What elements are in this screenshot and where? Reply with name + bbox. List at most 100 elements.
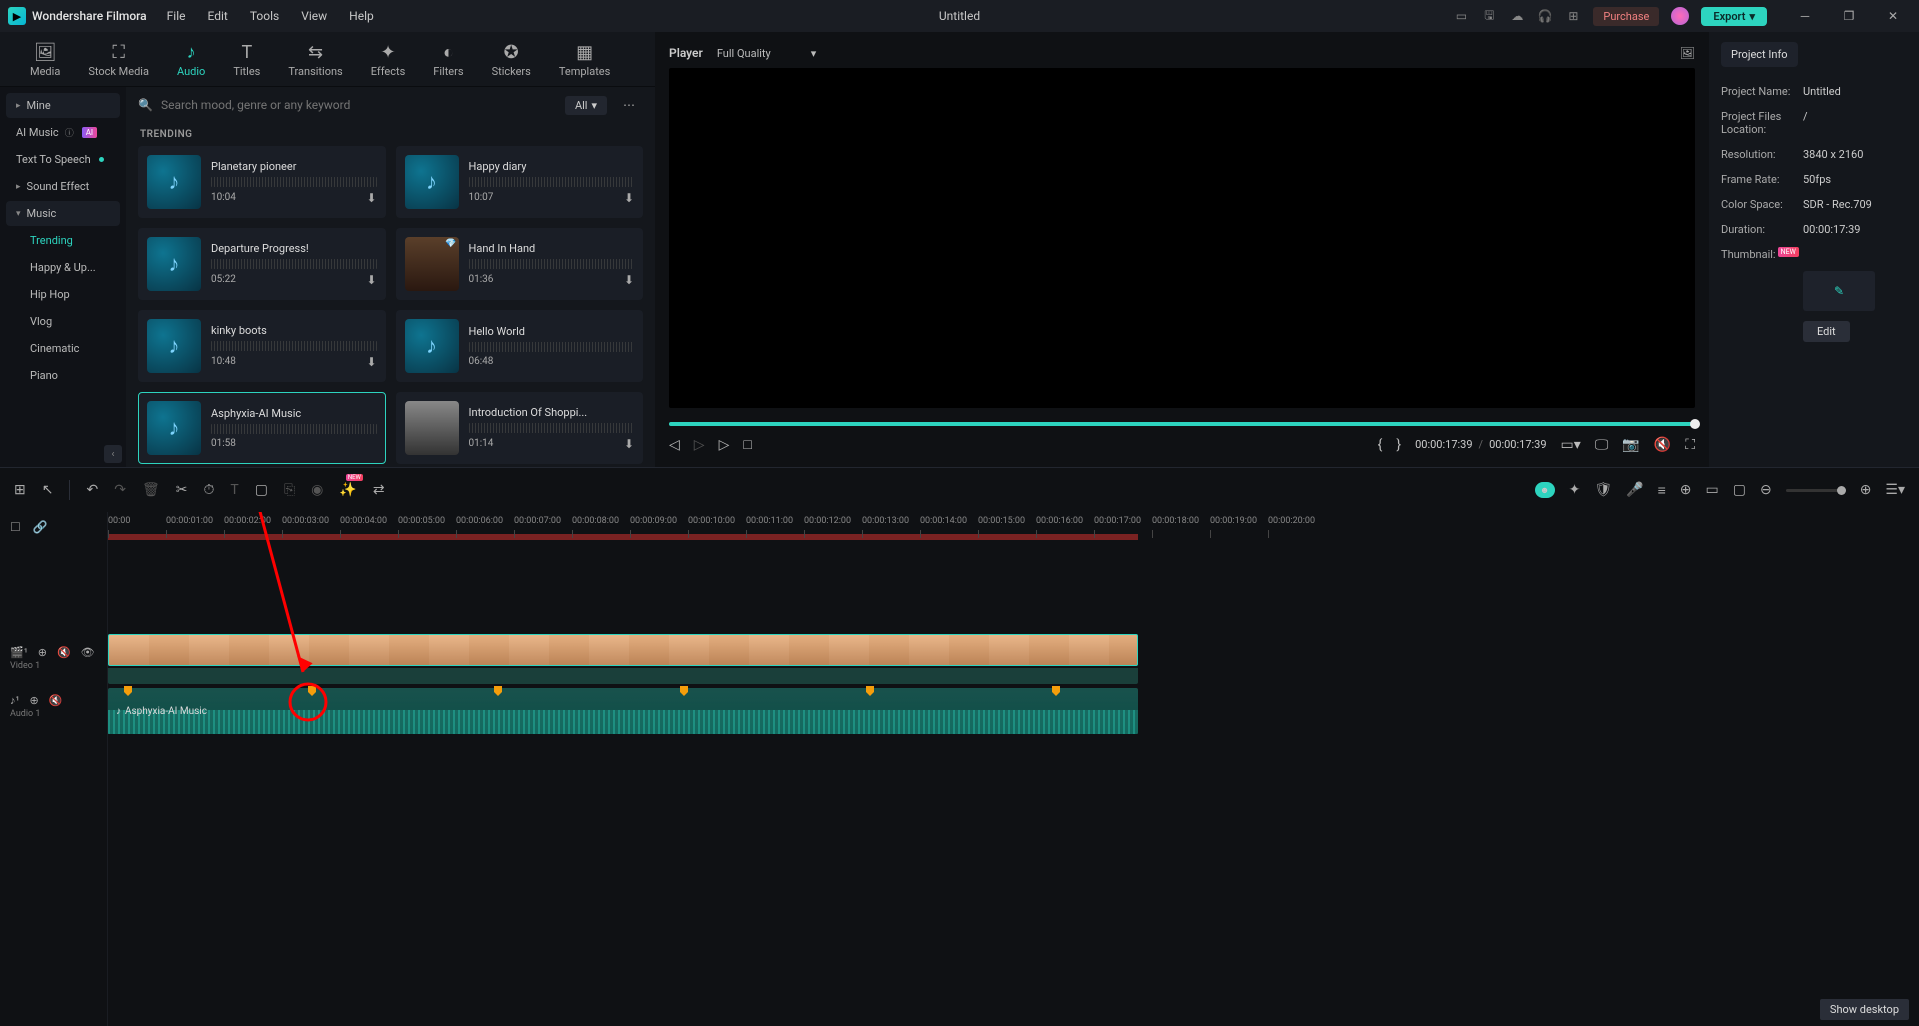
- track-add-icon[interactable]: ⊕: [38, 646, 47, 659]
- gear-icon[interactable]: ✦: [1569, 482, 1581, 498]
- layout-icon[interactable]: ▭: [1453, 8, 1469, 24]
- zoom-knob[interactable]: [1837, 486, 1846, 495]
- display-button[interactable]: 🖵: [1595, 437, 1609, 453]
- purchase-button[interactable]: Purchase: [1593, 7, 1659, 26]
- download-icon[interactable]: ⬇: [624, 191, 634, 205]
- search-input[interactable]: [161, 98, 557, 112]
- audio-marker[interactable]: [1052, 686, 1060, 696]
- prev-frame-button[interactable]: ◁: [669, 437, 680, 453]
- avatar[interactable]: [1671, 7, 1689, 25]
- tree-music-happy[interactable]: Happy & Up...: [6, 255, 120, 280]
- tab-transitions[interactable]: ⇆Transitions: [274, 38, 356, 86]
- layout-icon[interactable]: ▭: [1705, 482, 1718, 498]
- audio-track-header[interactable]: ♪¹ ⊕ 🔇 Audio 1: [0, 682, 107, 730]
- menu-view[interactable]: View: [301, 9, 327, 23]
- play-button[interactable]: ▷: [719, 437, 730, 453]
- cloud-icon[interactable]: ☁: [1509, 8, 1525, 24]
- mixer-icon[interactable]: ≡: [1658, 482, 1666, 499]
- headphones-icon[interactable]: 🎧: [1537, 8, 1553, 24]
- speed-button[interactable]: ⏱: [203, 482, 214, 498]
- audio-marker[interactable]: [866, 686, 874, 696]
- undo-button[interactable]: ↶: [86, 482, 98, 498]
- track-area[interactable]: 00:0000:00:01:0000:00:02:0000:00:03:0000…: [108, 512, 1919, 1026]
- video-track-header[interactable]: 🎬¹ ⊕ 🔇 👁 Video 1: [0, 634, 107, 682]
- export-button[interactable]: Export▾: [1701, 7, 1767, 26]
- audio-card[interactable]: ♪Happy diary10:07⬇: [396, 146, 644, 218]
- tree-music-hiphop[interactable]: Hip Hop: [6, 282, 120, 307]
- pointer-tool[interactable]: ↖: [42, 482, 54, 498]
- audio-card[interactable]: ♪Departure Progress!05:22⬇: [138, 228, 386, 300]
- download-icon[interactable]: ⬇: [366, 273, 376, 287]
- tree-sound-effect[interactable]: ▸Sound Effect: [6, 174, 120, 199]
- audio-card[interactable]: 💎Hand In Hand01:36⬇: [396, 228, 644, 300]
- link-icon[interactable]: 🔗: [33, 520, 48, 534]
- audio-marker[interactable]: [124, 686, 132, 696]
- shield-icon[interactable]: 🛡: [1594, 482, 1612, 498]
- menu-file[interactable]: File: [167, 9, 186, 23]
- more-options-button[interactable]: ⋯: [615, 95, 643, 115]
- download-icon[interactable]: ⬇: [366, 355, 376, 369]
- collapse-sidebar-button[interactable]: ‹: [104, 445, 122, 463]
- download-icon[interactable]: ⬇: [624, 273, 634, 287]
- frame-icon[interactable]: ▢: [1733, 482, 1746, 498]
- tree-ai-music[interactable]: AI MusicⓘAI: [6, 120, 120, 145]
- zoom-in-button[interactable]: ⊕: [1860, 482, 1872, 498]
- time-ruler[interactable]: 00:0000:00:01:0000:00:02:0000:00:03:0000…: [108, 512, 1919, 542]
- video-track[interactable]: [108, 634, 1919, 684]
- mic-icon[interactable]: 🎤: [1626, 482, 1643, 498]
- fullscreen-button[interactable]: ⛶: [1685, 437, 1695, 453]
- save-icon[interactable]: 🖫: [1481, 8, 1497, 24]
- mark-in-button[interactable]: {: [1378, 437, 1383, 453]
- menu-tools[interactable]: Tools: [250, 9, 279, 23]
- menu-edit[interactable]: Edit: [208, 9, 228, 23]
- close-icon[interactable]: ✕: [1875, 2, 1911, 30]
- maximize-icon[interactable]: ❐: [1831, 2, 1867, 30]
- capture-button[interactable]: 📷: [1622, 437, 1639, 453]
- green-indicator[interactable]: ☻: [1535, 482, 1555, 498]
- zoom-slider[interactable]: [1786, 489, 1846, 492]
- ai-tool-button[interactable]: ✨NEW: [339, 482, 356, 498]
- stop-button[interactable]: □: [743, 436, 751, 453]
- redo-button[interactable]: ↷: [114, 482, 126, 498]
- audio-card[interactable]: ♪Hello World06:48: [396, 310, 644, 382]
- menu-help[interactable]: Help: [349, 9, 374, 23]
- mark-out-button[interactable]: }: [1396, 437, 1401, 453]
- minimize-icon[interactable]: ─: [1787, 2, 1823, 30]
- audio-marker[interactable]: [308, 686, 316, 696]
- snapshot-icon[interactable]: 🖼: [1680, 46, 1695, 60]
- download-icon[interactable]: ⬇: [366, 191, 376, 205]
- download-icon[interactable]: ⬇: [624, 437, 634, 451]
- show-desktop-button[interactable]: Show desktop: [1820, 999, 1909, 1020]
- scrubber-knob[interactable]: [1690, 419, 1700, 429]
- tree-text-to-speech[interactable]: Text To Speech: [6, 147, 120, 172]
- delete-button[interactable]: 🗑: [142, 482, 160, 498]
- audio-marker[interactable]: [494, 686, 502, 696]
- audio-track[interactable]: ♪ Asphyxia-AI Music: [108, 688, 1919, 734]
- video-clip[interactable]: [108, 634, 1138, 666]
- tree-music-vlog[interactable]: Vlog: [6, 309, 120, 334]
- volume-button[interactable]: 🔇: [1654, 437, 1671, 453]
- audio-marker[interactable]: [680, 686, 688, 696]
- audio-card[interactable]: ♪Asphyxia-AI Music01:58: [138, 392, 386, 464]
- audio-card[interactable]: Introduction Of Shoppi...01:14⬇: [396, 392, 644, 464]
- translate-button[interactable]: ⇄: [373, 482, 385, 498]
- tree-music-trending[interactable]: Trending: [6, 228, 120, 253]
- project-info-tab[interactable]: Project Info: [1721, 42, 1798, 67]
- tree-mine[interactable]: ▸Mine: [6, 93, 120, 118]
- tab-stock-media[interactable]: ⛶Stock Media: [74, 38, 163, 86]
- track-mute-icon[interactable]: 🔇: [57, 646, 71, 659]
- thumbnail-preview[interactable]: ✎: [1803, 271, 1875, 311]
- track-mute-icon[interactable]: 🔇: [49, 694, 63, 707]
- player-viewport[interactable]: [669, 68, 1695, 408]
- view-mode-button[interactable]: ▭▾: [1561, 437, 1581, 453]
- tab-titles[interactable]: TTitles: [219, 38, 274, 86]
- tab-templates[interactable]: ▦Templates: [545, 38, 624, 86]
- tab-stickers[interactable]: ✪Stickers: [478, 38, 545, 86]
- copy-button[interactable]: ⎘: [284, 482, 295, 498]
- quality-dropdown[interactable]: Full Quality▾: [717, 47, 816, 60]
- audio-card[interactable]: ♪Planetary pioneer10:04⬇: [138, 146, 386, 218]
- filter-dropdown[interactable]: All▾: [565, 96, 607, 115]
- play-reverse-button[interactable]: ▷: [694, 437, 705, 453]
- tree-music[interactable]: ▾Music: [6, 201, 120, 226]
- tab-effects[interactable]: ✦Effects: [357, 38, 420, 86]
